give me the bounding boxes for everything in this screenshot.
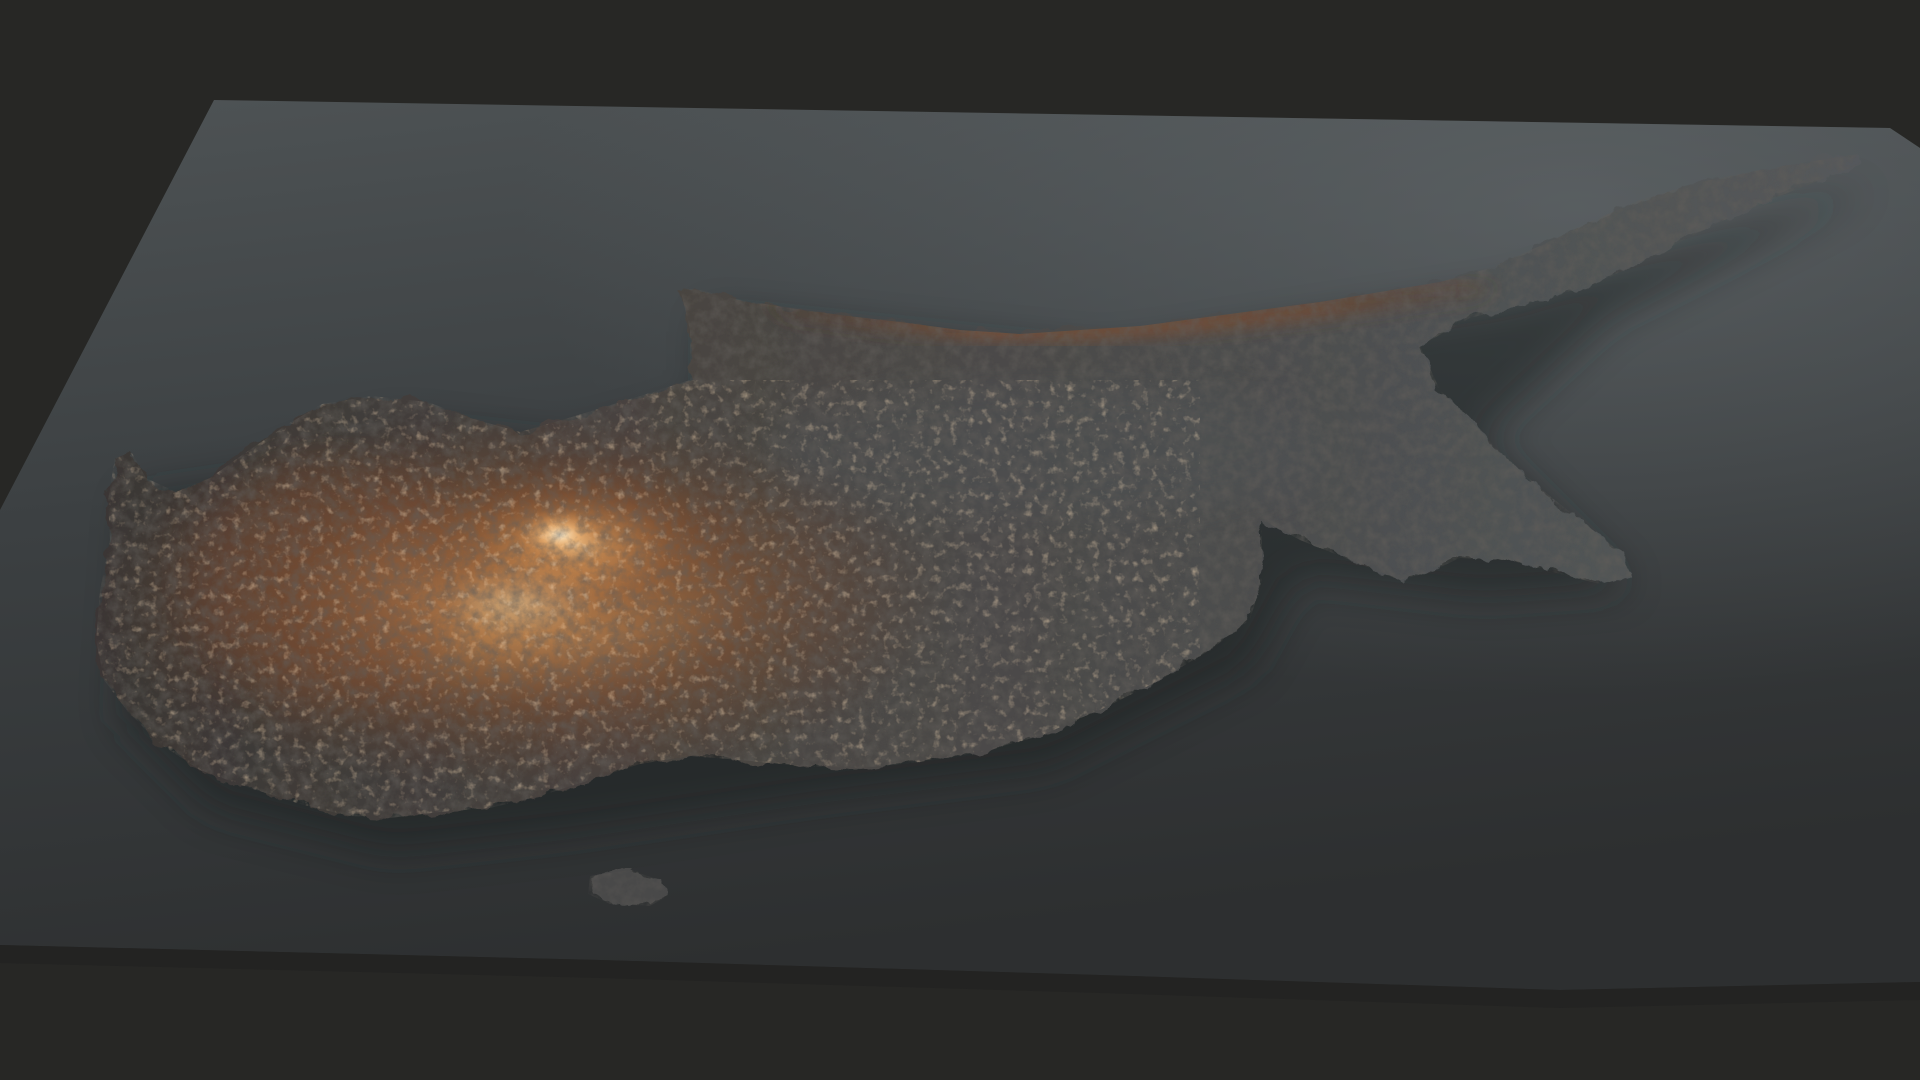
relief-map-scene	[0, 0, 1920, 1080]
